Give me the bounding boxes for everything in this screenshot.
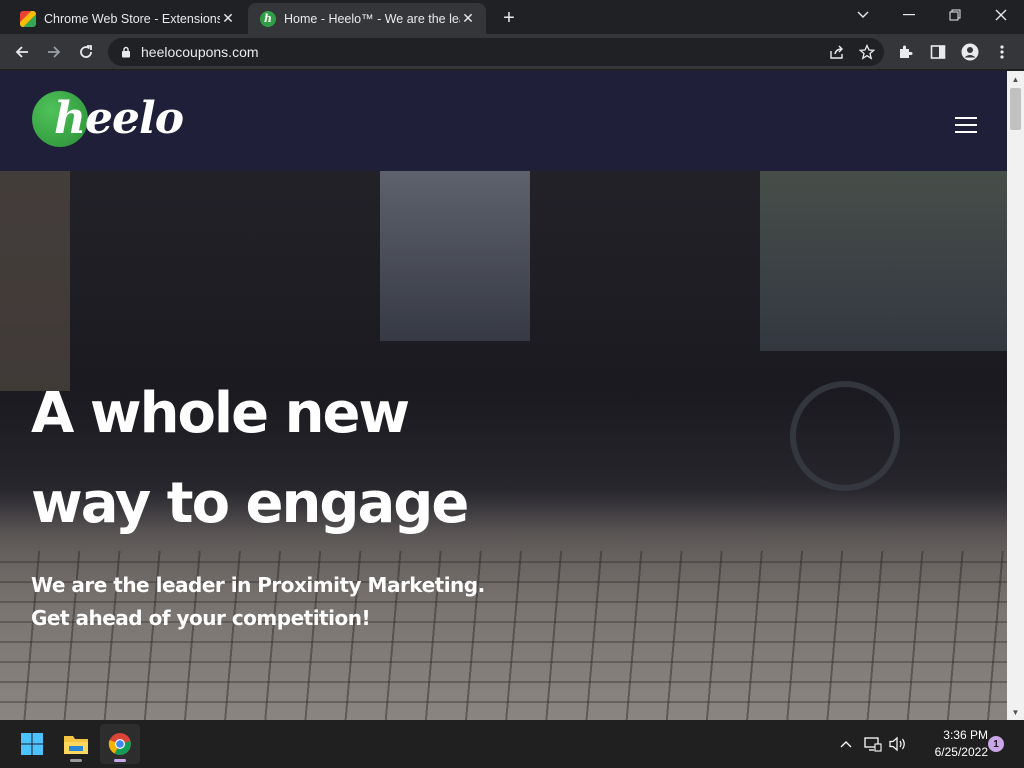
chrome-menu-button[interactable] <box>988 38 1016 66</box>
chrome-taskbar-button[interactable] <box>100 724 140 764</box>
start-icon <box>21 733 43 755</box>
hero-title: A whole new way to engage <box>31 369 469 549</box>
minimize-icon <box>903 14 915 16</box>
scroll-thumb[interactable] <box>1010 88 1021 130</box>
speaker-icon <box>889 736 905 752</box>
tab-heelo-home[interactable]: h Home - Heelo™ - We are the lead ✕ <box>248 3 486 34</box>
hamburger-line <box>955 131 977 133</box>
screen: Chrome Web Store - Extensions ✕ h Home -… <box>0 0 1024 768</box>
close-window-button[interactable] <box>978 0 1024 30</box>
more-vert-icon <box>1000 45 1004 59</box>
background-window <box>760 171 1007 351</box>
puzzle-icon <box>900 45 913 58</box>
tab-chrome-web-store[interactable]: Chrome Web Store - Extensions ✕ <box>8 3 246 34</box>
reload-icon <box>80 45 92 58</box>
side-panel-button[interactable] <box>924 38 952 66</box>
new-tab-button[interactable]: + <box>497 6 521 30</box>
close-tab-icon[interactable]: ✕ <box>460 10 476 27</box>
profile-button[interactable] <box>956 38 984 66</box>
profile-icon <box>961 43 979 61</box>
side-panel-icon <box>930 45 946 59</box>
clock-date: 6/25/2022 <box>934 745 988 759</box>
volume-button[interactable] <box>887 734 909 754</box>
background-bicycle-wheel <box>790 381 900 491</box>
lock-icon[interactable] <box>119 45 133 59</box>
browser-toolbar: heelocoupons.com <box>0 34 1024 70</box>
scroll-down-arrow-icon[interactable]: ▼ <box>1011 706 1020 718</box>
close-icon <box>995 9 1007 21</box>
hero-title-line: way to engage <box>31 471 469 536</box>
system-clock[interactable]: 3:36 PM 6/25/2022 <box>916 727 988 761</box>
back-button[interactable] <box>8 38 36 66</box>
arrow-right-icon <box>48 46 61 58</box>
background-window <box>380 171 530 341</box>
heelo-logo[interactable]: heelo <box>32 91 184 147</box>
logo-text: heelo <box>54 93 184 144</box>
hero-subtitle: We are the leader in Proximity Marketing… <box>31 569 485 635</box>
restore-icon <box>949 9 961 21</box>
site-header: heelo <box>0 71 1007 171</box>
hero-subtitle-line: Get ahead of your competition! <box>31 606 371 630</box>
hero-subtitle-line: We are the leader in Proximity Marketing… <box>31 573 485 597</box>
hamburger-line <box>955 117 977 119</box>
scroll-up-arrow-icon[interactable]: ▲ <box>1011 73 1020 85</box>
hero-section: A whole new way to engage We are the lea… <box>0 171 1007 720</box>
active-indicator <box>114 759 126 762</box>
url-text[interactable]: heelocoupons.com <box>141 44 824 60</box>
start-button[interactable] <box>12 724 52 764</box>
restore-button[interactable] <box>932 0 978 30</box>
tab-title: Home - Heelo™ - We are the lead <box>284 11 460 26</box>
minimize-button[interactable] <box>886 0 932 30</box>
chrome-icon <box>108 733 131 755</box>
file-explorer-icon <box>64 736 88 754</box>
hamburger-menu-button[interactable] <box>955 117 977 133</box>
show-hidden-icons-button[interactable] <box>836 734 856 754</box>
running-indicator <box>70 759 82 762</box>
address-bar[interactable]: heelocoupons.com <box>108 38 884 66</box>
arrow-left-icon <box>15 46 28 58</box>
background-building <box>0 171 70 391</box>
chevron-up-icon <box>840 741 852 748</box>
bookmark-star-icon[interactable] <box>854 39 880 65</box>
network-button[interactable] <box>862 734 884 754</box>
heelo-favicon: h <box>260 10 276 27</box>
hero-title-line: A whole new <box>31 381 410 446</box>
file-explorer-button[interactable] <box>56 724 96 764</box>
tab-search-button[interactable] <box>840 0 886 30</box>
forward-button[interactable] <box>40 38 68 66</box>
windows-taskbar: 3:36 PM 6/25/2022 <box>0 720 1024 768</box>
close-tab-icon[interactable]: ✕ <box>220 10 236 27</box>
network-icon <box>864 737 882 752</box>
hamburger-line <box>955 124 977 126</box>
extensions-button[interactable] <box>892 38 920 66</box>
tab-title: Chrome Web Store - Extensions <box>44 11 220 26</box>
web-page: heelo A whole new way to engage We are t… <box>0 71 1007 720</box>
reload-button[interactable] <box>72 38 100 66</box>
page-scrollbar[interactable]: ▲ ▼ <box>1007 71 1024 720</box>
chevron-down-icon <box>857 11 869 18</box>
clock-time: 3:36 PM <box>943 728 988 742</box>
share-icon[interactable] <box>824 39 850 65</box>
notification-badge[interactable]: 1 <box>988 736 1004 752</box>
chrome-web-store-icon <box>20 10 36 27</box>
tab-strip: Chrome Web Store - Extensions ✕ h Home -… <box>0 0 1024 34</box>
